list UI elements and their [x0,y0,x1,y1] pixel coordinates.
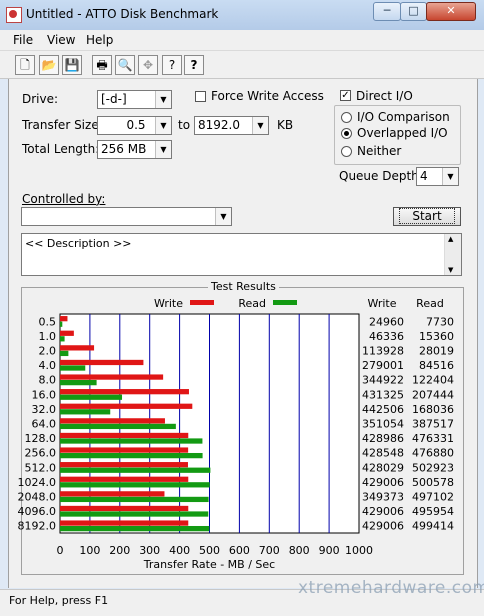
write-bar [60,447,189,453]
x-tick-label: 1000 [345,544,373,557]
read-value: 168036 [412,403,454,416]
y-tick-label: 256.0 [25,447,57,460]
write-value: 351054 [362,418,404,431]
write-bar [60,505,189,512]
write-column-header: Write [367,297,396,310]
y-tick-label: 8.0 [39,374,57,387]
x-tick-label: 900 [319,544,340,557]
read-value: 476880 [412,447,454,460]
write-value: 279001 [362,359,404,372]
legend-read-swatch [273,300,297,305]
read-value: 84516 [419,359,454,372]
y-tick-label: 4096.0 [18,505,57,518]
legend-read-label: Read [238,297,266,310]
y-tick-label: 4.0 [39,359,57,372]
x-tick-label: 500 [199,544,220,557]
results-chart: 0 100 200 300 400 500 600 700 800 900 1000 Transfer… [18,297,455,571]
y-tick-label: 512.0 [25,461,57,474]
read-bar [60,350,69,357]
y-tick-label: 8192.0 [18,520,57,533]
x-tick-label: 400 [169,544,190,557]
y-tick-label: 1024.0 [18,476,57,489]
write-value: 442506 [362,403,404,416]
read-value: 7730 [426,315,454,328]
watermark: xtremehardware.com [298,578,484,598]
read-value: 122404 [412,374,454,387]
write-value: 24960 [369,315,404,328]
write-value: 349373 [362,491,404,504]
write-bar [60,403,193,409]
read-bar [60,525,210,532]
x-tick-label: 200 [109,544,130,557]
x-tick-label: 700 [259,544,280,557]
read-bar [60,496,209,503]
status-text: For Help, press F1 [9,594,109,607]
write-bar [60,374,164,380]
read-value: 500578 [412,476,454,489]
legend-write-swatch [190,300,214,305]
read-value: 15360 [419,330,454,343]
read-value: 476331 [412,432,454,445]
x-tick-label: 800 [289,544,310,557]
x-tick-label: 0 [57,544,64,557]
write-value: 428986 [362,432,404,445]
write-bar [60,330,74,336]
read-value: 495954 [412,505,454,518]
legend-write-label: Write [154,297,183,310]
read-bar [60,409,111,415]
read-value: 28019 [419,345,454,358]
write-value: 46336 [369,330,404,343]
write-value: 344922 [362,374,404,387]
read-bar [60,482,210,488]
write-value: 113928 [362,345,404,358]
write-bar [60,432,189,439]
write-bar [60,418,165,424]
write-bar [60,462,188,468]
y-tick-label: 64.0 [32,418,57,431]
write-value: 431325 [362,388,404,401]
read-column-header: Read [416,297,444,310]
read-value: 387517 [412,418,454,431]
write-bar [60,389,189,395]
write-value: 429006 [362,476,404,489]
read-bar [60,467,211,473]
read-value: 499414 [412,520,454,533]
read-bar [60,394,123,400]
write-value: 429006 [362,520,404,533]
y-tick-label: 0.5 [39,315,57,328]
y-tick-label: 16.0 [32,388,57,401]
read-bar [60,336,65,342]
read-bar [60,423,176,430]
read-bar [60,438,203,444]
write-bar [60,520,189,526]
x-tick-label: 100 [79,544,100,557]
x-axis-label: Transfer Rate - MB / Sec [143,558,275,571]
write-value: 428548 [362,447,404,460]
read-bar [60,321,63,327]
x-tick-label: 300 [139,544,160,557]
y-tick-label: 2048.0 [18,491,57,504]
read-bar [60,511,209,517]
read-value: 502923 [412,461,454,474]
write-bar [60,345,95,351]
read-value: 207444 [412,388,454,401]
y-tick-label: 32.0 [32,403,57,416]
x-tick-label: 600 [229,544,250,557]
read-value: 497102 [412,491,454,504]
write-value: 429006 [362,505,404,518]
read-bar [60,379,97,386]
write-bar [60,491,165,497]
write-bar [60,476,189,482]
read-bar [60,452,203,459]
write-bar [60,316,68,322]
y-tick-label: 1.0 [39,330,57,343]
y-tick-label: 128.0 [25,432,57,445]
y-tick-label: 2.0 [39,345,57,358]
write-bar [60,359,144,366]
write-value: 428029 [362,461,404,474]
read-bar [60,365,86,371]
